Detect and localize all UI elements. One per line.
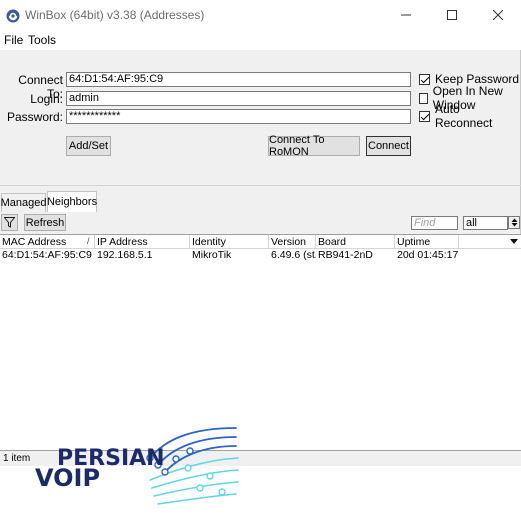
window-title: WinBox (64bit) v3.38 (Addresses) [25, 8, 205, 22]
filter-select[interactable]: all [463, 216, 508, 230]
connect-to-romon-button[interactable]: Connect To RoMON [268, 134, 360, 158]
auto-reconnect-checkmark [419, 110, 430, 122]
find-input[interactable]: Find [411, 216, 458, 230]
keep-password-checkmark [419, 73, 430, 85]
open-new-window-checkmark [419, 92, 428, 104]
refresh-button[interactable]: Refresh [24, 214, 66, 231]
tab-managed[interactable]: Managed [1, 193, 46, 212]
cell-version: 6.49.6 (st... [271, 249, 316, 261]
sort-indicator-icon: / [87, 236, 90, 246]
auto-reconnect-checkbox[interactable]: Auto Reconnect [419, 102, 520, 130]
winbox-app-icon [6, 9, 20, 23]
column-version[interactable]: Version [269, 235, 316, 249]
table-row[interactable]: 64:D1:54:AF:95:C9 192.168.5.1 MikroTik 6… [0, 249, 521, 261]
persian-voip-logo: PERSIAN VOIP [35, 427, 239, 505]
maximize-button[interactable] [429, 0, 475, 30]
close-icon [493, 10, 503, 20]
auto-reconnect-label: Auto Reconnect [434, 102, 493, 130]
menu-bar: File Tools [0, 30, 521, 50]
cell-identity: MikroTik [192, 249, 232, 261]
cell-board: RB941-2nD [318, 249, 373, 261]
minimize-icon [401, 14, 411, 16]
login-label: Login: [30, 92, 63, 106]
maximize-icon [447, 10, 457, 20]
cell-uptime: 20d 01:45:17 [397, 249, 459, 261]
column-board[interactable]: Board [316, 235, 395, 249]
filter-dropdown-button[interactable] [508, 216, 520, 229]
minimize-button[interactable] [383, 0, 429, 30]
column-uptime[interactable]: Uptime [395, 235, 459, 249]
close-button[interactable] [475, 0, 521, 30]
add-set-button[interactable]: Add/Set [66, 136, 111, 156]
connect-button[interactable]: Connect [366, 136, 411, 156]
menu-file[interactable]: File [4, 33, 23, 47]
logo-line2: VOIP [35, 464, 100, 492]
connect-to-field[interactable]: 64:D1:54:AF:95:C9 [66, 72, 411, 87]
column-mac-address[interactable]: MAC Address [0, 235, 95, 249]
login-field[interactable]: admin [66, 91, 411, 106]
menu-tools[interactable]: Tools [28, 33, 56, 47]
winbox-window: WinBox (64bit) v3.38 (Addresses) File To… [0, 0, 521, 466]
neighbors-table: MAC Address / IP Address Identity Versio… [0, 234, 521, 450]
filter-icon [4, 217, 15, 228]
filter-button[interactable] [1, 214, 18, 231]
updown-arrow-icon [511, 218, 517, 227]
column-identity[interactable]: Identity [190, 235, 269, 249]
cell-mac: 64:D1:54:AF:95:C9 [2, 249, 92, 261]
section-divider [0, 185, 521, 186]
tab-neighbors[interactable]: Neighbors [47, 191, 97, 212]
password-field[interactable]: ************ [66, 109, 411, 124]
column-menu-icon[interactable] [510, 239, 518, 245]
cell-ip: 192.168.5.1 [97, 249, 153, 261]
title-bar[interactable]: WinBox (64bit) v3.38 (Addresses) [0, 0, 521, 30]
table-header: MAC Address / IP Address Identity Versio… [0, 235, 521, 249]
column-ip-address[interactable]: IP Address [95, 235, 190, 249]
password-label: Password: [6, 110, 63, 124]
